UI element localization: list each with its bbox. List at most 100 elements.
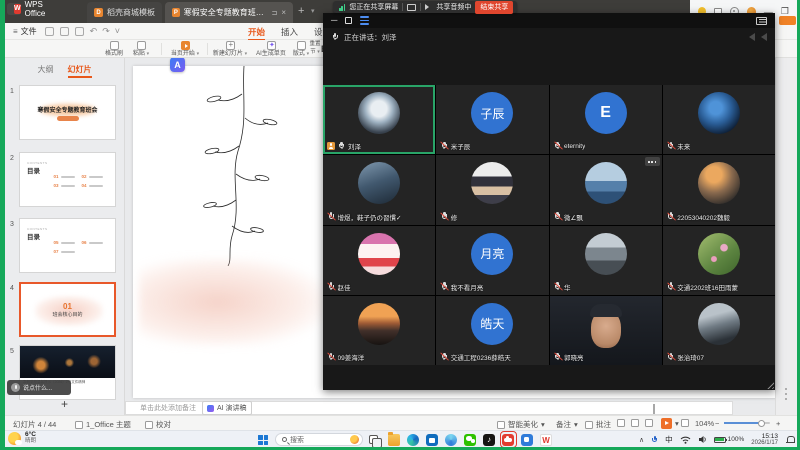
pin-icon[interactable]: ⊐ (271, 9, 277, 17)
participant-tile[interactable]: 月亮 我不看月亮 (436, 226, 548, 295)
app-tab[interactable]: W WPS Office (7, 3, 21, 15)
notes-bar[interactable]: 单击此处添加备注 AI 演讲稿 (125, 401, 733, 415)
new-slide-button[interactable]: 新建幻灯片 (211, 41, 249, 58)
slide-thumbnail-2[interactable]: CONTENTS 目录 01 02 03 04 (19, 152, 116, 207)
wechat-icon[interactable] (464, 434, 476, 446)
ai-generate-button[interactable]: AI生成单页 (251, 41, 291, 58)
slideshow-button[interactable]: ▾ (661, 418, 679, 429)
file-explorer-icon[interactable] (388, 434, 400, 446)
participant-name: 米子辰 (451, 141, 471, 151)
slide-thumbnail-1[interactable]: 寒假安全专题教育班会 (19, 85, 116, 140)
slide-thumbnail-4-selected[interactable]: 01 班会核心目的 (19, 282, 116, 337)
start-button[interactable] (258, 435, 268, 445)
participant-avatar (358, 233, 400, 275)
meeting-minimize-icon[interactable]: ─ (331, 16, 337, 25)
theme-button[interactable]: 1_Office 主题 (75, 419, 131, 430)
end-share-button[interactable]: 结束共享 (475, 1, 513, 14)
participant-tile[interactable]: 刘泽 (323, 85, 435, 154)
comments-button[interactable]: 批注 (585, 419, 611, 430)
ai-assistant-fab[interactable]: A (170, 57, 185, 72)
slide-sorter-button[interactable] (631, 419, 639, 427)
proofing-button[interactable]: 校对 (145, 419, 171, 430)
zoom-out-button[interactable]: − (715, 419, 719, 428)
add-slide-button[interactable]: + (5, 397, 124, 411)
participant-tile[interactable]: 09姜海洋 (323, 296, 435, 365)
speaker-icon[interactable] (698, 435, 707, 444)
smart-beautify-button[interactable]: 智能美化 ▾ (497, 419, 545, 430)
redo-icon[interactable]: ↷ (102, 26, 110, 37)
print-preview-icon[interactable] (75, 27, 84, 36)
tab-insert[interactable]: 插入 (281, 26, 298, 38)
participant-tile[interactable]: E eternity (550, 85, 662, 154)
tab-outline[interactable]: 大纲 (38, 64, 54, 78)
participant-tile[interactable]: 张治琦07 (663, 296, 775, 365)
notification-icon[interactable] (785, 435, 794, 444)
store-tab[interactable]: D 稻壳商城模板 (87, 2, 162, 23)
participant-tile[interactable]: 交通2202班16田雨蒙 (663, 226, 775, 295)
notes-splitter-handle[interactable] (653, 404, 655, 414)
zoom-slider-handle[interactable] (758, 420, 765, 427)
tile-more-button[interactable] (645, 157, 660, 166)
battery-indicator[interactable]: 100% (714, 436, 745, 443)
play-from-current-button[interactable]: 当页开始 (167, 41, 203, 58)
print-icon[interactable] (60, 27, 69, 36)
tray-date: 2026/1/17 (751, 440, 778, 447)
slide-thumbnail-3[interactable]: CONTENTS 目录 05 06 07 (19, 218, 116, 273)
format-painter-label: 格式刷 (105, 51, 123, 57)
clock[interactable]: 15:13 2026/1/17 (751, 433, 778, 447)
close-tab-icon[interactable]: × (281, 8, 286, 17)
search-box[interactable]: 搜索 (275, 433, 363, 446)
tab-list-caret-icon[interactable]: ▾ (311, 7, 315, 15)
participant-tile[interactable]: 皓天 交通工程0236薛皓天 (436, 296, 548, 365)
share-screen-icon[interactable] (407, 4, 416, 11)
save-icon[interactable] (45, 27, 54, 36)
participant-tile[interactable]: 修 (436, 155, 548, 224)
participant-tile[interactable]: 华 (550, 226, 662, 295)
notes-placeholder[interactable]: 单击此处添加备注 (140, 403, 196, 413)
tray-mic-icon[interactable] (651, 435, 658, 444)
tab-slides[interactable]: 幻灯片 (68, 64, 92, 78)
fit-slide-button[interactable] (681, 419, 689, 427)
document-tab[interactable]: P 寒假安全专题教育班会.pptx ⊐ × (165, 2, 293, 23)
file-menu-button[interactable]: ≡ 文件 (5, 26, 45, 37)
proofing-label: 校对 (156, 419, 171, 430)
tab-home[interactable]: 开始 (248, 26, 265, 38)
quickbar-more-icon[interactable]: ˅ (115, 26, 120, 36)
participant-tile[interactable]: 22053040202魏毅 (663, 155, 775, 224)
wifi-icon[interactable] (680, 435, 691, 444)
view-switch-icon[interactable] (756, 17, 767, 25)
wps-taskbar-icon[interactable]: W (540, 434, 552, 446)
tray-chevron-icon[interactable]: ∧ (639, 436, 644, 444)
window-resize-handle[interactable] (765, 380, 774, 389)
meeting-app-icon-active[interactable] (502, 434, 514, 446)
undo-icon[interactable]: ↶ (90, 26, 98, 37)
participant-tile[interactable]: 子辰 米子辰 (436, 85, 548, 154)
meeting-maximize-icon[interactable] (345, 17, 352, 24)
reading-view-button[interactable] (645, 419, 653, 427)
media-app-icon[interactable]: ♪ (483, 434, 495, 446)
toolbar-dots-icon[interactable] (785, 388, 787, 400)
microsoft-store-icon[interactable] (426, 434, 438, 446)
participant-tile[interactable]: 未来 (663, 85, 775, 154)
ime-indicator[interactable]: 中 (665, 434, 673, 445)
zoom-slider[interactable] (724, 422, 770, 424)
zoom-in-button[interactable]: + (776, 419, 780, 428)
new-tab-button[interactable]: + (298, 5, 304, 17)
participant-tile[interactable]: 增煜，鞋子仍の習慣✓ (323, 155, 435, 224)
normal-view-button[interactable] (617, 419, 625, 427)
participant-tile[interactable]: 赵佳 (323, 226, 435, 295)
format-painter-button[interactable]: 格式刷 (101, 41, 127, 58)
member-list-icon[interactable] (360, 16, 369, 24)
participant-tile[interactable]: 微∠飘 (550, 155, 662, 224)
promo-badge[interactable] (779, 16, 796, 25)
participant-tile-video[interactable]: 郭晓亮 (550, 296, 662, 365)
edge-browser-icon[interactable] (407, 434, 419, 446)
notes-toggle-button[interactable]: 备注 ▾ (556, 419, 578, 430)
ai-speech-button[interactable]: AI 演讲稿 (202, 401, 252, 415)
paste-button[interactable]: 粘贴 (129, 41, 153, 58)
browser-app-icon[interactable] (445, 434, 457, 446)
messenger-app-icon[interactable] (521, 434, 533, 446)
weather-widget[interactable]: 6°C 晴朗 (8, 432, 36, 445)
gallery-arrows-icon[interactable] (745, 33, 767, 41)
task-view-button[interactable] (369, 435, 378, 444)
